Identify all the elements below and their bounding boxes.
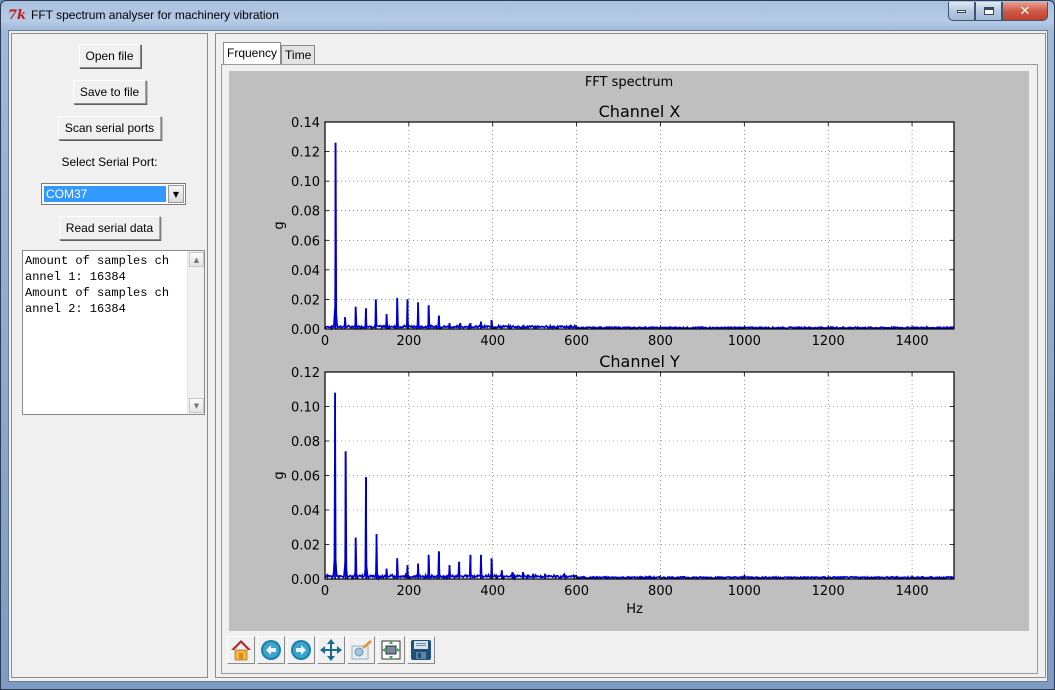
log-text: Amount of samples ch annel 1: 16384 Amou… — [25, 254, 170, 316]
tab-time[interactable]: Time — [281, 45, 316, 64]
pan-button[interactable] — [317, 636, 345, 664]
chart-1-ytick-label: 0.08 — [291, 205, 320, 220]
chart-2-xtick-label: 800 — [648, 584, 673, 599]
chart-1-ytick-label: 0.00 — [291, 323, 320, 338]
chart-1-ytick-label: 0.02 — [291, 293, 320, 308]
log-scrollbar[interactable]: ▲ ▼ — [187, 251, 204, 414]
minimize-icon — [957, 9, 966, 13]
back-arrow-icon — [261, 640, 281, 660]
window-controls: ✕ — [948, 2, 1048, 21]
figure-canvas[interactable]: FFT spectrum 0 200 400 600 800 1000 1200 1400 0.0… — [229, 71, 1029, 631]
tk-feather-icon: 7k — [8, 8, 27, 23]
plot-panel: Frquency Time FFT spectrum 0 200 400 600 800 1… — [215, 33, 1046, 678]
chart-2-title: Channel Y — [599, 352, 680, 371]
control-panel: Open file Save to file Scan serial ports… — [11, 33, 208, 678]
forward-arrow-icon — [291, 640, 311, 660]
close-button[interactable]: ✕ — [1002, 2, 1048, 21]
navigation-toolbar — [226, 633, 1034, 667]
chart-1-xtick-label: 0 — [321, 334, 329, 349]
chart-1-ytick-label: 0.10 — [291, 175, 320, 190]
chart-2-xtick-label: 1400 — [896, 584, 929, 599]
minimize-button[interactable] — [948, 2, 975, 21]
subplots-button[interactable] — [377, 636, 405, 664]
maximize-button[interactable] — [975, 2, 1002, 21]
maximize-icon — [983, 7, 994, 15]
home-button[interactable] — [227, 636, 255, 664]
chart-1-xtick-label: 1000 — [728, 334, 761, 349]
chart-1-xtick-label: 200 — [396, 334, 421, 349]
fft-figure: FFT spectrum 0 200 400 600 800 1000 1200 1400 0.0… — [272, 75, 955, 617]
zoom-rect-icon — [351, 640, 372, 660]
chart-1-xtick-label: 1400 — [896, 334, 929, 349]
chart-1-ytick-label: 0.04 — [291, 264, 320, 279]
configure-subplots-icon — [381, 640, 401, 660]
chart-2-xtick-label: 0 — [321, 584, 329, 599]
chart-2-ytick-label: 0.06 — [291, 470, 320, 485]
chart-1-ylabel: g — [272, 221, 287, 229]
chart-1-ytick-label: 0.14 — [291, 116, 320, 131]
zoom-button[interactable] — [347, 636, 375, 664]
client-area: Open file Save to file Scan serial ports… — [8, 30, 1048, 682]
figure-suptitle: FFT spectrum — [585, 75, 673, 90]
chart-1-ytick-label: 0.06 — [291, 234, 320, 249]
chart-2-ytick-label: 0.04 — [291, 504, 320, 519]
chart-2-xtick-label: 1200 — [812, 584, 845, 599]
chart-2-xtick-label: 400 — [480, 584, 505, 599]
chart-1-xtick-label: 1200 — [812, 334, 845, 349]
chart-1-title: Channel X — [599, 102, 681, 121]
back-button[interactable] — [257, 636, 285, 664]
open-file-button[interactable]: Open file — [78, 44, 141, 68]
chart-2-xtick-label: 1000 — [728, 584, 761, 599]
chart-2-ytick-label: 0.12 — [291, 366, 320, 381]
chart-1-axes-bg — [325, 122, 954, 329]
scroll-down-icon[interactable]: ▼ — [189, 398, 204, 413]
pan-move-icon — [320, 639, 342, 661]
chart-2-axes-bg — [325, 372, 954, 579]
tab-bar: Frquency Time — [223, 42, 316, 64]
tab-frequency[interactable]: Frquency — [223, 42, 282, 64]
chart-1-xtick-label: 600 — [564, 334, 589, 349]
title-bar[interactable]: 7k FFT spectrum analyser for machinery v… — [1, 1, 1054, 30]
chart-1-xtick-label: 400 — [480, 334, 505, 349]
log-textbox[interactable]: Amount of samples ch annel 1: 16384 Amou… — [22, 250, 205, 415]
select-serial-port-label: Select Serial Port: — [61, 155, 158, 169]
read-serial-data-button[interactable]: Read serial data — [58, 216, 161, 240]
chart-1-xtick-label: 800 — [648, 334, 673, 349]
chart-2-xtick-label: 600 — [564, 584, 589, 599]
chart-2-ytick-label: 0.00 — [291, 573, 320, 588]
chart-1-ytick-label: 0.12 — [291, 146, 320, 161]
scroll-up-icon[interactable]: ▲ — [189, 252, 204, 267]
chart-2-ytick-label: 0.10 — [291, 401, 320, 416]
home-icon — [231, 640, 251, 661]
chart-2-ytick-label: 0.02 — [291, 539, 320, 554]
serial-port-select[interactable]: COM37 ▼ — [41, 183, 186, 205]
close-icon: ✕ — [1019, 3, 1031, 19]
chart-2-xtick-label: 200 — [396, 584, 421, 599]
serial-port-value: COM37 — [44, 186, 166, 202]
app-window: 7k FFT spectrum analyser for machinery v… — [0, 0, 1055, 690]
forward-button[interactable] — [287, 636, 315, 664]
save-figure-button[interactable] — [407, 636, 435, 664]
window-title: FFT spectrum analyser for machinery vibr… — [31, 8, 279, 22]
chart-2-xlabel: Hz — [626, 602, 643, 617]
scan-serial-ports-button[interactable]: Scan serial ports — [57, 116, 162, 140]
chart-2-ylabel: g — [272, 471, 287, 479]
chevron-down-icon[interactable]: ▼ — [168, 185, 184, 203]
tab-content: FFT spectrum 0 200 400 600 800 1000 1200 1400 0.0… — [221, 64, 1038, 674]
save-floppy-icon — [411, 640, 431, 660]
chart-2-ytick-label: 0.08 — [291, 435, 320, 450]
save-to-file-button[interactable]: Save to file — [72, 80, 147, 104]
